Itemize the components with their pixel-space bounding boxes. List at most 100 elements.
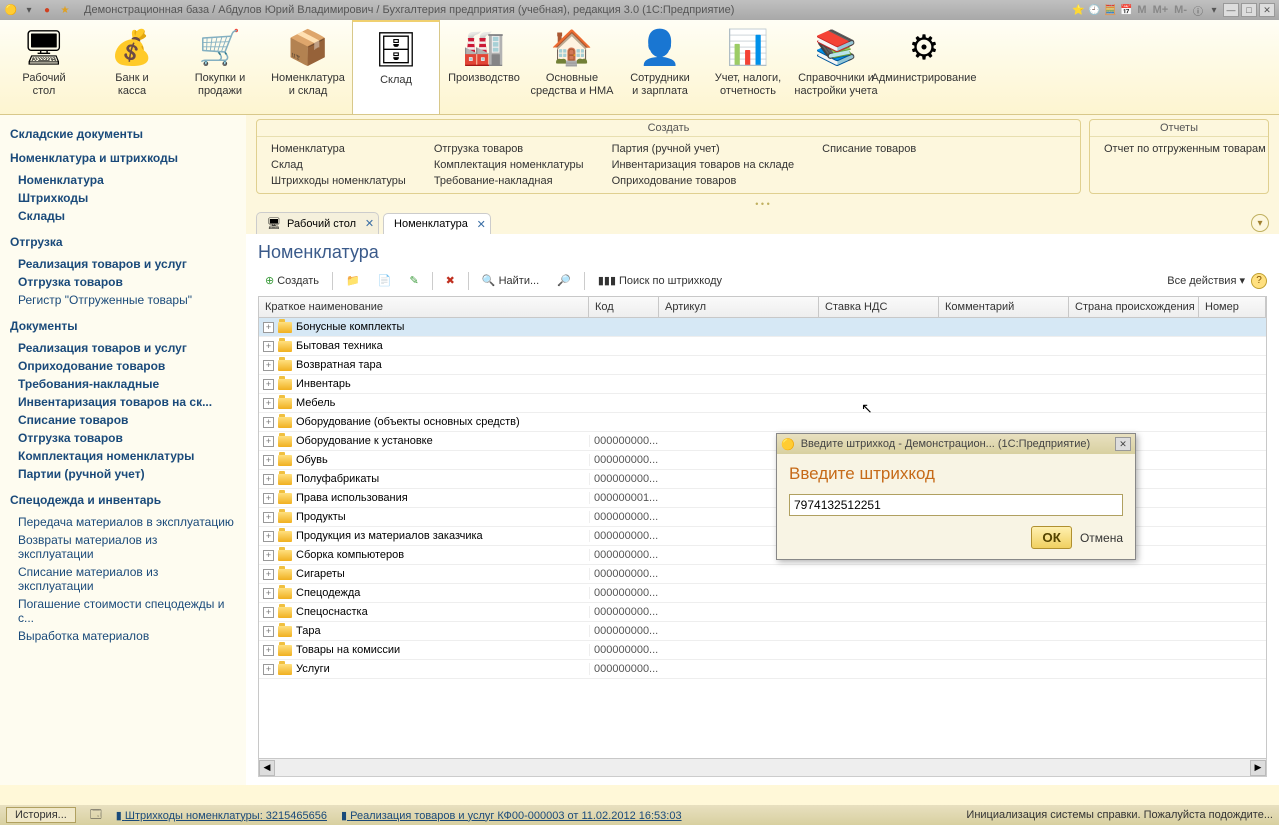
expand-icon[interactable]: + — [263, 512, 274, 523]
ok-button[interactable]: ОК — [1031, 526, 1072, 549]
col-country[interactable]: Страна происхождения — [1069, 297, 1199, 317]
expand-icon[interactable]: + — [263, 474, 274, 485]
expand-icon[interactable]: + — [263, 664, 274, 675]
ribbon-item-1[interactable]: 💰Банк икасса — [88, 20, 176, 114]
expand-icon[interactable]: + — [263, 360, 274, 371]
expand-icon[interactable]: + — [263, 341, 274, 352]
scroll-right-icon[interactable]: ▶ — [1250, 760, 1266, 776]
sidebar-link[interactable]: Списание материалов из эксплуатации — [10, 563, 236, 595]
col-article[interactable]: Артикул — [659, 297, 819, 317]
sidebar-link[interactable]: Списание товаров — [10, 411, 236, 429]
sidebar-link[interactable]: Штрихкоды — [10, 189, 236, 207]
quick-create-link[interactable]: Инвентаризация товаров на складе — [612, 157, 795, 173]
all-actions-dropdown[interactable]: Все действия ▾ — [1167, 274, 1245, 287]
table-row[interactable]: +Мебель — [259, 394, 1266, 413]
new-folder-button[interactable]: 📁 — [339, 271, 367, 290]
col-name[interactable]: Краткое наименование — [259, 297, 589, 317]
sidebar-section-spec[interactable]: Спецодежда и инвентарь — [10, 493, 236, 507]
sidebar-link[interactable]: Реализация товаров и услуг — [10, 255, 236, 273]
ribbon-item-10[interactable]: ⚙Администрирование — [880, 20, 968, 114]
info-icon[interactable]: ⓘ — [1191, 3, 1205, 17]
sidebar-link[interactable]: Регистр "Отгруженные товары" — [10, 291, 236, 309]
quick-create-link[interactable]: Штрихкоды номенклатуры — [271, 173, 406, 189]
tab-close-icon[interactable]: ✕ — [365, 217, 374, 230]
table-row[interactable]: +Инвентарь — [259, 375, 1266, 394]
sidebar-link[interactable]: Погашение стоимости спецодежды и с... — [10, 595, 236, 627]
quick-create-link[interactable]: Требование-накладная — [434, 173, 584, 189]
barcode-input[interactable] — [789, 494, 1123, 516]
fav-icon[interactable]: ⭐ — [1071, 3, 1085, 17]
dialog-titlebar[interactable]: 🟡 Введите штрихкод - Демонстрацион... (1… — [777, 434, 1135, 454]
col-comment[interactable]: Комментарий — [939, 297, 1069, 317]
expand-icon[interactable]: + — [263, 569, 274, 580]
mem-m[interactable]: M — [1135, 4, 1148, 16]
history-button[interactable]: История... — [6, 807, 76, 823]
sidebar-link[interactable]: Партии (ручной учет) — [10, 465, 236, 483]
status-link-barcodes[interactable]: ▮ Штрихкоды номенклатуры: 3215465656 — [116, 809, 327, 822]
table-row[interactable]: +Возвратная тара — [259, 356, 1266, 375]
expand-icon[interactable]: + — [263, 436, 274, 447]
mem-mplus[interactable]: M+ — [1151, 4, 1171, 16]
expand-icon[interactable]: + — [263, 493, 274, 504]
sidebar-link[interactable]: Номенклатура — [10, 171, 236, 189]
quick-report-link[interactable]: Отчет по отгруженным товарам — [1104, 141, 1266, 157]
stop-icon[interactable]: ● — [40, 3, 54, 17]
quick-create-link[interactable]: Номенклатура — [271, 141, 406, 157]
table-row[interactable]: +Бытовая техника — [259, 337, 1266, 356]
sidebar-link[interactable]: Отгрузка товаров — [10, 429, 236, 447]
ribbon-item-9[interactable]: 📚Справочники инастройки учета — [792, 20, 880, 114]
windows-icon[interactable]: 🗔 — [90, 806, 102, 825]
create-button[interactable]: ⊕Создать — [258, 271, 326, 290]
tab-nomenclature[interactable]: Номенклатура ✕ — [383, 213, 491, 234]
ribbon-item-3[interactable]: 📦Номенклатураи склад — [264, 20, 352, 114]
tabs-overflow-icon[interactable]: ▾ — [1251, 214, 1269, 232]
edit-button[interactable]: ✎ — [402, 271, 425, 290]
history-icon[interactable]: 🕘 — [1087, 3, 1101, 17]
sidebar-link[interactable]: Выработка материалов — [10, 627, 236, 645]
star-icon[interactable]: ★ — [58, 3, 72, 17]
col-code[interactable]: Код — [589, 297, 659, 317]
expand-icon[interactable]: + — [263, 607, 274, 618]
dialog-close-button[interactable]: ✕ — [1115, 437, 1131, 451]
expand-icon[interactable]: + — [263, 322, 274, 333]
close-button[interactable]: ✕ — [1259, 3, 1275, 17]
sidebar-link[interactable]: Реализация товаров и услуг — [10, 339, 236, 357]
calendar-icon[interactable]: 📅 — [1119, 3, 1133, 17]
table-row[interactable]: +Сигареты000000000... — [259, 565, 1266, 584]
find-button[interactable]: 🔍Найти... — [475, 271, 546, 290]
quick-create-link[interactable]: Оприходование товаров — [612, 173, 795, 189]
tab-close-icon[interactable]: ✕ — [477, 218, 486, 231]
status-link-realization[interactable]: ▮ Реализация товаров и услуг КФ00-000003… — [341, 809, 682, 822]
quick-create-link[interactable]: Списание товаров — [822, 141, 916, 157]
ribbon-item-2[interactable]: 🛒Покупки ипродажи — [176, 20, 264, 114]
minimize-button[interactable]: — — [1223, 3, 1239, 17]
sidebar-link[interactable]: Требования-накладные — [10, 375, 236, 393]
expand-icon[interactable]: + — [263, 417, 274, 428]
tab-desktop[interactable]: 🖥 Рабочий стол ✕ — [256, 212, 379, 234]
expand-icon[interactable]: + — [263, 379, 274, 390]
table-row[interactable]: +Спецоснастка000000000... — [259, 603, 1266, 622]
table-row[interactable]: +Оборудование (объекты основных средств) — [259, 413, 1266, 432]
sidebar-link[interactable]: Возвраты материалов из эксплуатации — [10, 531, 236, 563]
ribbon-item-5[interactable]: 🏭Производство — [440, 20, 528, 114]
delete-button[interactable]: ✖ — [439, 271, 462, 290]
expand-icon[interactable]: + — [263, 455, 274, 466]
copy-button[interactable]: 📄 — [371, 271, 399, 290]
clear-find-button[interactable]: 🔎 — [550, 271, 578, 290]
hscrollbar[interactable]: ◀ ▶ — [258, 759, 1267, 777]
sidebar-section-documents[interactable]: Документы — [10, 319, 236, 333]
expand-icon[interactable]: + — [263, 588, 274, 599]
calc-icon[interactable]: 🧮 — [1103, 3, 1117, 17]
quick-create-link[interactable]: Партия (ручной учет) — [612, 141, 795, 157]
sidebar-link[interactable]: Передача материалов в эксплуатацию — [10, 513, 236, 531]
sidebar-section-docs[interactable]: Складские документы — [10, 127, 236, 141]
table-row[interactable]: +Бонусные комплекты — [259, 318, 1266, 337]
table-row[interactable]: +Спецодежда000000000... — [259, 584, 1266, 603]
table-row[interactable]: +Услуги000000000... — [259, 660, 1266, 679]
ribbon-item-8[interactable]: 📊Учет, налоги,отчетность — [704, 20, 792, 114]
sidebar-link[interactable]: Отгрузка товаров — [10, 273, 236, 291]
ribbon-item-0[interactable]: 🖥Рабочийстол — [0, 20, 88, 114]
sidebar-link[interactable]: Комплектация номенклатуры — [10, 447, 236, 465]
sidebar-link[interactable]: Оприходование товаров — [10, 357, 236, 375]
help-icon[interactable]: ? — [1251, 273, 1267, 289]
